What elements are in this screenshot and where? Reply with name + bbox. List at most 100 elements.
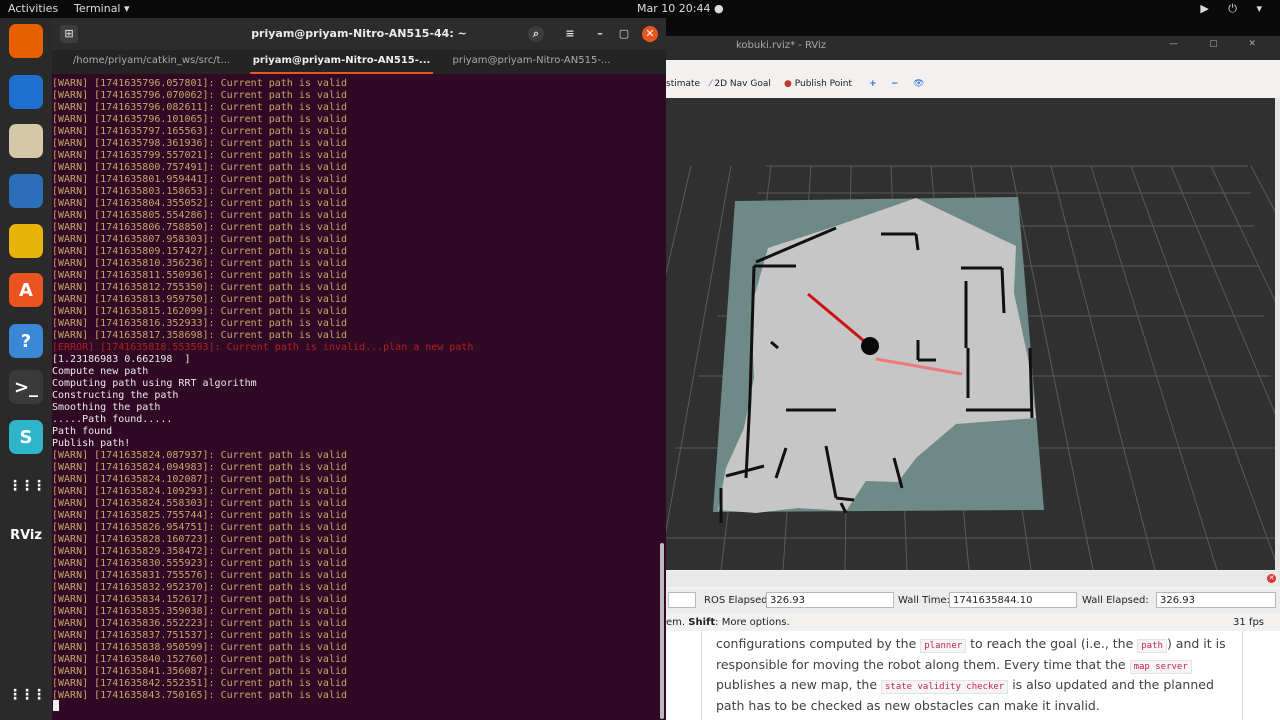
wall-time-field[interactable]: 1741635844.10 [949, 592, 1077, 608]
terminal-line: [WARN] [1741635842.552351]: Current path… [52, 678, 348, 689]
terminal-line: [WARN] [1741635805.554286]: Current path… [52, 210, 348, 221]
terminal-line: [WARN] [1741635834.152617]: Current path… [52, 594, 348, 605]
dock-rviz-icon[interactable]: RViz [9, 518, 43, 552]
wall-time-label: Wall Time: [898, 595, 950, 606]
minimize-icon[interactable]: – [592, 26, 608, 42]
terminal-line: [WARN] [1741635824.087937]: Current path… [52, 450, 348, 461]
time-panel: ROS Elapsed: 326.93 Wall Time: 174163584… [666, 589, 1280, 613]
wall-elapsed-label: Wall Elapsed: [1082, 595, 1149, 606]
dock-thunderbird-icon[interactable] [9, 75, 43, 109]
rviz-toolbar: stimate ⁄ 2D Nav Goal ● Publish Point + … [666, 72, 1280, 99]
terminal-line: [WARN] [1741635841.356087]: Current path… [52, 666, 348, 677]
grid-line [1050, 165, 1156, 570]
terminal-line: [WARN] [1741635796.082611]: Current path… [52, 102, 348, 113]
terminal-line: [WARN] [1741635824.102087]: Current path… [52, 474, 348, 485]
terminal-line: [WARN] [1741635829.358472]: Current path… [52, 546, 348, 557]
dock-software-icon[interactable]: A [9, 273, 43, 307]
terminal-tab[interactable]: /home/priyam/catkin_ws/src/t... [60, 50, 243, 74]
dock-show-apps-icon[interactable]: ⋮⋮⋮ [8, 469, 46, 503]
maximize-icon[interactable]: ▢ [616, 26, 632, 42]
grid-line [1130, 165, 1275, 561]
code-path: path [1137, 639, 1167, 653]
dock-rhythmbox-icon[interactable] [9, 224, 43, 258]
terminal-titlebar: ⊞ priyam@priyam-Nitro-AN515-44: ~ ⌕ ≡ – … [52, 18, 666, 50]
close-icon[interactable]: ✕ [642, 26, 658, 42]
terminal-line: [1.23186983 0.662198 ] [52, 354, 191, 365]
terminal-line: [WARN] [1741635811.550936]: Current path… [52, 270, 348, 281]
terminal-line: [WARN] [1741635809.157427]: Current path… [52, 246, 348, 257]
terminal-line: [WARN] [1741635800.757491]: Current path… [52, 162, 348, 173]
wall-segment [835, 496, 855, 502]
doc-text-2: to reach the goal (i.e., the [966, 636, 1138, 651]
ros-time-field[interactable] [668, 592, 696, 608]
close-panel-icon[interactable]: ✕ [1267, 574, 1276, 583]
dock-terminal-icon[interactable]: >_ [9, 370, 43, 404]
terminal-line: [WARN] [1741635796.070062]: Current path… [52, 90, 348, 101]
terminal-scrollbar[interactable] [660, 543, 664, 719]
terminal-line: [WARN] [1741635816.352933]: Current path… [52, 318, 348, 329]
terminal-line: Compute new path [52, 366, 149, 377]
grid-line [1250, 165, 1275, 213]
terminal-line: [WARN] [1741635796.101065]: Current path… [52, 114, 348, 125]
terminal-line: [WARN] [1741635835.359038]: Current path… [52, 606, 348, 617]
rviz-3d-viewport[interactable] [666, 98, 1275, 570]
rviz-window: kobuki.rviz* - RViz — ▢ ✕ stimate ⁄ 2D N… [666, 18, 1280, 720]
clock[interactable]: Mar 10 20:44 ● [637, 2, 724, 15]
terminal-line: [WARN] [1741635828.160723]: Current path… [52, 534, 348, 545]
terminal-tab[interactable]: priyam@priyam-Nitro-AN515-... [440, 50, 623, 74]
plus-icon[interactable]: + [869, 79, 877, 89]
wall-elapsed-field[interactable]: 326.93 [1156, 592, 1276, 608]
terminal-line: [WARN] [1741635817.358698]: Current path… [52, 330, 348, 341]
nav-goal-label: 2D Nav Goal [714, 79, 771, 89]
grid-line [1210, 165, 1275, 302]
doc-left-border [701, 631, 702, 720]
map-render [666, 165, 1275, 570]
terminal-line: Computing path using RRT algorithm [52, 378, 257, 389]
terminal-output[interactable]: [WARN] [1741635796.057801]: Current path… [52, 78, 662, 702]
publish-point-tool[interactable]: ● Publish Point [784, 79, 852, 89]
dock-files-icon[interactable] [9, 124, 43, 158]
terminal-line: [WARN] [1741635843.750165]: Current path… [52, 690, 348, 701]
dock-firefox-icon[interactable] [9, 24, 43, 58]
search-icon[interactable]: ⌕ [528, 26, 544, 42]
rviz-side-splitter[interactable] [1275, 98, 1280, 570]
show-applications-icon[interactable]: ⋮⋮⋮ [8, 678, 46, 712]
doc-right-border [1242, 631, 1243, 720]
terminal-line: [WARN] [1741635815.162099]: Current path… [52, 306, 348, 317]
eye-icon[interactable]: 👁 [913, 79, 924, 89]
terminal-line: [WARN] [1741635824.109293]: Current path… [52, 486, 348, 497]
terminal-line: [WARN] [1741635824.094983]: Current path… [52, 462, 348, 473]
dock-libreoffice-writer-icon[interactable] [9, 174, 43, 208]
activities-button[interactable]: Activities [8, 2, 58, 15]
app-menu[interactable]: Terminal ▾ [74, 2, 130, 15]
grid-line [1090, 165, 1218, 570]
rviz-titlebar: kobuki.rviz* - RViz — ▢ ✕ [666, 36, 1280, 60]
dock-app-s-icon[interactable]: S [9, 420, 43, 454]
terminal-tab[interactable]: priyam@priyam-Nitro-AN515-... [250, 50, 433, 74]
code-state-validity-checker: state validity checker [881, 680, 1009, 694]
system-top-bar: Activities Terminal ▾ Mar 10 20:44 ● ▶ ⏻… [0, 0, 1280, 18]
terminal-line: [WARN] [1741635825.755744]: Current path… [52, 510, 348, 521]
robot-marker [861, 337, 879, 355]
status-hint-key: Shift [688, 617, 716, 628]
publish-point-label: Publish Point [794, 79, 853, 89]
system-tray[interactable]: ▶ ⏻ ▾ [1200, 2, 1270, 16]
doc-text-4: publishes a new map, the [716, 677, 881, 692]
terminal-line: [ERROR] [1741635818.553593]: Current pat… [52, 342, 474, 353]
pose-estimate-tool[interactable]: stimate [666, 79, 700, 89]
terminal-tabs: /home/priyam/catkin_ws/src/t... priyam@pr… [52, 50, 666, 74]
minus-icon[interactable]: − [891, 79, 899, 89]
ros-elapsed-field[interactable]: 326.93 [766, 592, 894, 608]
terminal-line: [WARN] [1741635836.552223]: Current path… [52, 618, 348, 629]
nav-goal-tool[interactable]: ⁄ 2D Nav Goal [710, 79, 771, 89]
wall-segment [1028, 347, 1034, 419]
grid-line [1170, 165, 1275, 415]
terminal-line: [WARN] [1741635804.355052]: Current path… [52, 198, 348, 209]
code-planner: planner [920, 639, 967, 653]
time-panel-header: ✕ [666, 571, 1280, 587]
rviz-window-controls[interactable]: — ▢ ✕ [1169, 39, 1270, 49]
dock-help-icon[interactable]: ? [9, 324, 43, 358]
terminal-line: .....Path found..... [52, 414, 173, 425]
status-hint-suffix: : More options. [715, 617, 790, 628]
menu-icon[interactable]: ≡ [562, 26, 578, 42]
